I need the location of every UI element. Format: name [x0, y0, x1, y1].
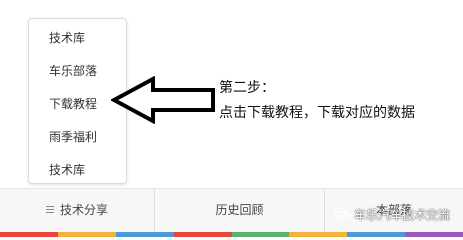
watermark-text: 车乐汽车技术交流 — [354, 207, 451, 222]
color-strip-segment — [57, 232, 116, 237]
menu-item-tech-library-2[interactable]: 技术库 — [29, 154, 128, 187]
nav-tech-share[interactable]: 技术分享 — [0, 189, 155, 232]
step-description: 点击下载教程，下载对应的数据 — [219, 105, 415, 121]
color-strip — [0, 232, 463, 237]
color-strip-segment — [115, 232, 174, 237]
color-strip-segment — [231, 232, 290, 237]
color-strip-segment — [173, 232, 232, 237]
color-strip-segment — [405, 232, 463, 237]
step-title: 第二步： — [219, 80, 275, 96]
color-strip-segment — [0, 232, 58, 237]
arrow-left-icon — [111, 76, 215, 124]
hamburger-icon — [45, 206, 54, 213]
color-strip-segment — [289, 232, 348, 237]
nav-history-label: 历史回顾 — [215, 203, 264, 217]
nav-tech-share-label: 技术分享 — [59, 203, 108, 217]
watermark: 车乐汽车技术交流 — [334, 204, 450, 224]
color-strip-segment — [347, 232, 406, 237]
menu-item-rainy-season-welfare[interactable]: 雨季福利 — [29, 121, 128, 154]
wechat-icon — [334, 207, 350, 220]
menu-item-tech-library[interactable]: 技术库 — [29, 22, 128, 55]
nav-history[interactable]: 历史回顾 — [155, 189, 325, 232]
